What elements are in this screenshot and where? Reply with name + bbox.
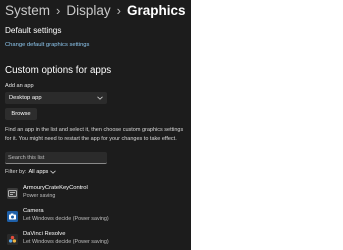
custom-options-heading: Custom options for apps [5, 65, 112, 76]
app-setting: Let Windows decide (Power saving) [23, 215, 109, 222]
camera-icon [7, 209, 18, 222]
app-setting: Power saving [23, 192, 56, 199]
app-name: DaVinci Resolve [23, 231, 66, 237]
breadcrumb-display[interactable]: Display [66, 3, 110, 18]
empty-area [191, 0, 343, 250]
search-input[interactable] [8, 154, 104, 161]
change-default-graphics-link[interactable]: Change default graphics settings [5, 42, 89, 48]
search-list-box[interactable] [5, 152, 107, 164]
filter-label: Filter by: [5, 169, 27, 175]
page-title: Graphics [126, 2, 186, 18]
chevron-down-icon [97, 95, 103, 101]
app-list-item[interactable]: DaVinci Resolve Let Windows decide (Powe… [0, 228, 191, 248]
filter-control[interactable]: Filter by: All apps [5, 169, 57, 175]
app-type-value: Desktop app [9, 95, 42, 101]
breadcrumb-system[interactable]: System [5, 3, 50, 18]
davinci-resolve-icon [7, 232, 18, 245]
app-setting: Let Windows decide (Power saving) [23, 238, 109, 245]
app-name: ArmouryCrateKeyControl [23, 185, 88, 191]
breadcrumb: System › Display › Graphics [5, 2, 186, 18]
settings-panel: System › Display › Graphics Default sett… [0, 0, 191, 250]
filter-value: All apps [28, 169, 49, 175]
app-list-item[interactable]: ArmouryCrateKeyControl Power saving [0, 182, 191, 202]
instructions-text: Find an app in the list and select it, t… [5, 127, 184, 142]
chevron-down-icon [50, 169, 57, 175]
app-list-item[interactable]: Camera Let Windows decide (Power saving) [0, 205, 191, 225]
app-type-dropdown[interactable]: Desktop app [5, 92, 107, 104]
default-settings-heading: Default settings [5, 26, 62, 35]
browse-button[interactable]: Browse [5, 108, 37, 120]
add-app-label: Add an app [5, 83, 34, 89]
armoury-crate-icon [7, 186, 18, 199]
breadcrumb-separator: › [56, 2, 61, 18]
app-name: Camera [23, 208, 44, 214]
breadcrumb-separator: › [116, 2, 121, 18]
